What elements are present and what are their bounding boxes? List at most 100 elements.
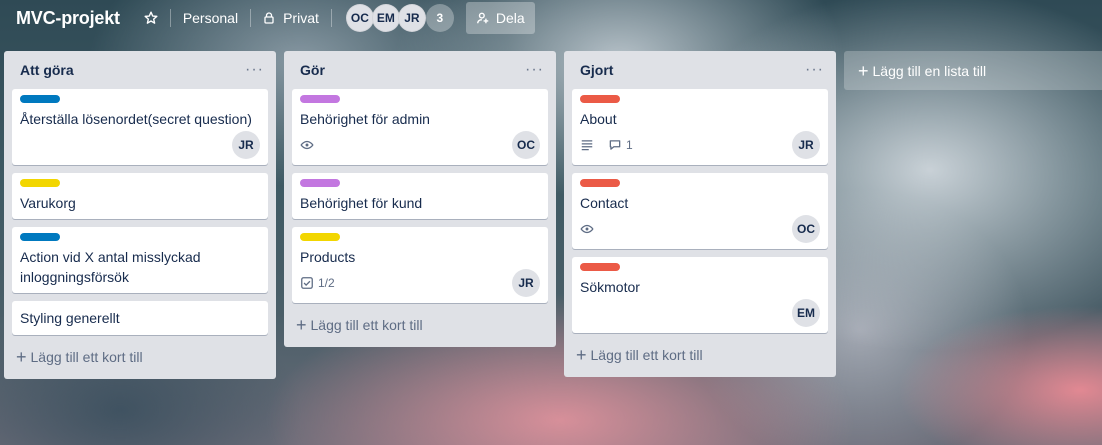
plus-icon: + <box>296 315 307 335</box>
add-card-label: Lägg till ett kort till <box>310 317 423 333</box>
card-footer: OC <box>300 131 540 159</box>
checklist-count: 1/2 <box>318 276 335 290</box>
description-icon <box>580 138 594 152</box>
member-avatar[interactable]: JR <box>232 131 260 159</box>
card-title: About <box>580 111 617 127</box>
eye-icon <box>300 138 314 152</box>
visibility-label: Privat <box>283 10 319 26</box>
card[interactable]: Products 1/2 JR <box>292 227 548 303</box>
card-title: Contact <box>580 195 629 211</box>
card-label <box>20 233 60 241</box>
member-avatar[interactable]: EM <box>371 4 400 32</box>
add-list-label: Lägg till en lista till <box>872 62 987 79</box>
card-title: Varukorg <box>20 195 76 211</box>
card-footer: EM <box>580 299 820 327</box>
comment-badge: 1 <box>608 138 633 152</box>
share-label: Dela <box>495 10 525 26</box>
add-person-icon <box>476 11 490 25</box>
card[interactable]: Behörighet för kund <box>292 173 548 219</box>
team-label: Personal <box>182 10 239 26</box>
add-card-label: Lägg till ett kort till <box>30 349 143 365</box>
list-title[interactable]: Gör <box>300 62 325 78</box>
comment-icon <box>608 138 622 152</box>
board-header: MVC-projekt Personal Privat OC EM JR 3 D… <box>0 0 1102 36</box>
card[interactable]: Contact OC <box>572 173 828 249</box>
list-title[interactable]: Gjort <box>580 62 613 78</box>
add-card-button[interactable]: + Lägg till ett kort till <box>12 343 268 371</box>
card-label <box>300 179 340 187</box>
member-avatar[interactable]: JR <box>397 4 426 32</box>
member-avatar[interactable]: EM <box>792 299 820 327</box>
card[interactable]: Sökmotor EM <box>572 257 828 333</box>
add-list-button[interactable]: + Lägg till en lista till <box>844 51 1102 90</box>
header-divider <box>330 9 332 27</box>
card[interactable]: Återställa lösenordet(secret question) J… <box>12 89 268 165</box>
visibility-button[interactable]: Privat <box>255 4 327 32</box>
card-title: Styling generellt <box>20 310 120 326</box>
header-divider <box>169 9 171 27</box>
comment-count: 1 <box>626 138 633 152</box>
card-badges: 1/2 <box>300 276 345 290</box>
card[interactable]: Varukorg <box>12 173 268 219</box>
team-button[interactable]: Personal <box>175 4 246 32</box>
list-menu-icon[interactable]: ··· <box>245 62 264 78</box>
plus-icon: + <box>16 347 27 367</box>
star-button[interactable] <box>136 4 166 32</box>
card-label <box>20 179 60 187</box>
board-title[interactable]: MVC-projekt <box>16 8 120 29</box>
card-title: Återställa lösenordet(secret question) <box>20 111 252 127</box>
card-title: Products <box>300 249 356 265</box>
board-members: OC EM JR 3 <box>345 4 454 32</box>
plus-icon: + <box>576 345 587 365</box>
card-title: Behörighet för kund <box>300 195 423 211</box>
plus-icon: + <box>858 60 869 81</box>
card-label <box>580 95 620 103</box>
list-menu-icon[interactable]: ··· <box>525 62 544 78</box>
list-gjort: Gjort ··· About 1 JR Contact OC Sökmotor… <box>564 51 836 377</box>
share-button[interactable]: Dela <box>465 2 535 34</box>
card-badges <box>580 222 608 236</box>
list-title[interactable]: Att göra <box>20 62 74 78</box>
member-count-badge[interactable]: 3 <box>425 4 454 32</box>
member-avatar[interactable]: OC <box>512 131 540 159</box>
member-avatar[interactable]: JR <box>512 269 540 297</box>
list-menu-icon[interactable]: ··· <box>805 62 824 78</box>
card-footer: OC <box>580 215 820 243</box>
card-footer: 1/2 JR <box>300 269 540 297</box>
list-header: Gör ··· <box>292 51 548 89</box>
card-label <box>20 95 60 103</box>
add-card-button[interactable]: + Lägg till ett kort till <box>292 311 548 339</box>
eye-icon <box>580 222 594 236</box>
card[interactable]: About 1 JR <box>572 89 828 165</box>
add-card-button[interactable]: + Lägg till ett kort till <box>572 341 828 369</box>
card-label <box>300 95 340 103</box>
card-title: Action vid X antal misslyckad inloggning… <box>20 249 201 285</box>
lock-icon <box>263 12 275 24</box>
card[interactable]: Behörighet för admin OC <box>292 89 548 165</box>
list-gor: Gör ··· Behörighet för admin OC Behörigh… <box>284 51 556 347</box>
watch-badge <box>580 222 598 236</box>
card-badges: 1 <box>580 138 643 152</box>
header-divider <box>250 9 252 27</box>
card[interactable]: Styling generellt <box>12 301 268 335</box>
member-avatar[interactable]: JR <box>792 131 820 159</box>
checkbox-icon <box>300 276 314 290</box>
card-label <box>580 179 620 187</box>
member-avatar[interactable]: OC <box>345 4 374 32</box>
card-title: Behörighet för admin <box>300 111 430 127</box>
card-footer: 1 JR <box>580 131 820 159</box>
list-header: Gjort ··· <box>572 51 828 89</box>
description-badge <box>580 138 598 152</box>
checklist-badge: 1/2 <box>300 276 335 290</box>
card-label <box>300 233 340 241</box>
card[interactable]: Action vid X antal misslyckad inloggning… <box>12 227 268 293</box>
list-att-gora: Att göra ··· Återställa lösenordet(secre… <box>4 51 276 379</box>
card-label <box>580 263 620 271</box>
card-badges <box>300 138 328 152</box>
star-icon <box>144 11 158 25</box>
add-card-label: Lägg till ett kort till <box>590 347 703 363</box>
card-title: Sökmotor <box>580 279 640 295</box>
member-avatar[interactable]: OC <box>792 215 820 243</box>
list-header: Att göra ··· <box>12 51 268 89</box>
card-footer: JR <box>20 131 260 159</box>
